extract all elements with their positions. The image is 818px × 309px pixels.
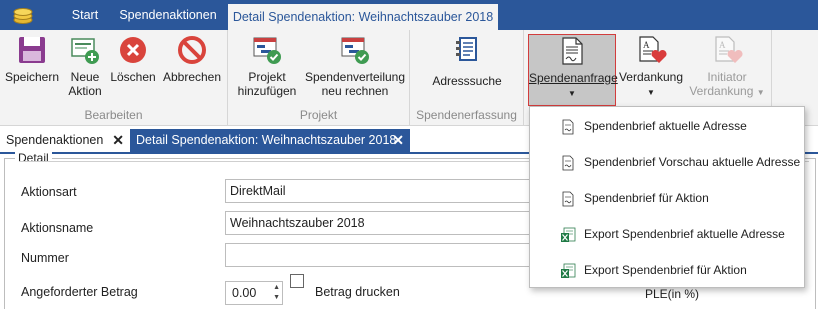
chevron-down-icon: ▼ — [756, 88, 765, 97]
delete-label: Löschen — [110, 70, 156, 84]
new-action-button[interactable]: Neue Aktion — [62, 34, 108, 98]
cancel-label: Abbrechen — [162, 70, 222, 84]
menu-item-label: Spendenbrief für Aktion — [584, 191, 709, 205]
menu-item-export-aktion[interactable]: Export Spendenbrief für Aktion — [530, 253, 804, 289]
save-button[interactable]: Speichern — [4, 34, 60, 84]
svg-text:A: A — [643, 40, 650, 50]
group-label-spendenerfassung: Spendenerfassung — [416, 108, 517, 122]
letter-heart-icon: A — [639, 36, 667, 63]
document-signature-icon — [562, 191, 574, 207]
add-project-label-1: Projekt — [248, 70, 286, 84]
recalculate-distribution-button[interactable]: Spendenverteilung neu rechnen — [304, 34, 406, 98]
add-project-button[interactable]: Projekt hinzufügen — [232, 34, 302, 98]
tab-start[interactable]: Start — [60, 0, 110, 30]
menu-item-label: Export Spendenbrief aktuelle Adresse — [584, 227, 785, 241]
stepper-arrows-icon[interactable]: ▲ ▼ — [273, 283, 280, 303]
nummer-label: Nummer — [21, 251, 69, 265]
donation-request-button[interactable]: Spendenanfrage ▼ — [528, 34, 618, 106]
group-label-bearbeiten: Bearbeiten — [84, 108, 143, 122]
ple-label: PLE(in %) — [645, 287, 700, 301]
close-icon[interactable]: ✕ — [112, 129, 124, 152]
tab-spendenaktionen[interactable]: Spendenaktionen — [112, 0, 224, 30]
doc-tab-spendenaktionen-label: Spendenaktionen — [6, 133, 104, 147]
address-search-button[interactable]: Adresssuche — [428, 34, 506, 88]
donation-request-label: Spendenanfrage — [529, 71, 618, 85]
group-bearbeiten: Speichern Neue Aktion Löschen Abbrechen … — [0, 30, 228, 126]
betrag-drucken-label: Betrag drucken — [315, 285, 400, 299]
menu-item-label: Spendenbrief aktuelle Adresse — [584, 119, 747, 133]
new-document-icon — [71, 38, 99, 64]
chevron-down-icon: ▼ — [568, 89, 576, 98]
doc-tab-spendenaktionen[interactable]: Spendenaktionen ✕ — [0, 129, 130, 152]
aktionsname-label: Aktionsname — [21, 221, 94, 235]
save-label: Speichern — [4, 70, 60, 84]
detail-legend: Detail — [15, 151, 52, 165]
initiator-thanks-button[interactable]: A Initiator Verdankung ▼ — [686, 34, 768, 100]
betrag-label: Angeforderter Betrag — [21, 285, 138, 299]
menu-item-spendenbrief-aktion[interactable]: Spendenbrief für Aktion — [530, 181, 804, 217]
doc-tab-detail[interactable]: Detail Spendenaktion: Weihnachtszauber 2… — [130, 129, 410, 152]
letter-heart-disabled-icon: A — [715, 36, 743, 63]
new-action-label-2: Aktion — [68, 84, 102, 98]
recalculate-label-1: Spendenverteilung — [304, 70, 406, 84]
cancel-icon — [178, 36, 206, 64]
add-project-label-2: hinzufügen — [237, 84, 297, 98]
ribbon-tab-bar: Start Spendenaktionen Detail Spendenakti… — [0, 0, 818, 30]
initiator-label-2-text: Verdankung — [689, 84, 754, 98]
initiator-label-2: Verdankung ▼ — [686, 84, 768, 100]
aktionsart-field[interactable]: DirektMail — [225, 179, 535, 203]
thanks-button[interactable]: A Verdankung ▼ — [618, 34, 684, 100]
menu-item-label: Export Spendenbrief für Aktion — [584, 263, 747, 277]
aktionsname-field[interactable]: Weihnachtszauber 2018 — [225, 211, 535, 235]
menu-item-export-aktuelle-adresse[interactable]: Export Spendenbrief aktuelle Adresse — [530, 217, 804, 253]
menu-item-label: Spendenbrief Vorschau aktuelle Adresse — [584, 155, 801, 169]
distribution-recalc-icon — [341, 37, 369, 64]
coins-app-icon[interactable] — [10, 6, 36, 24]
delete-icon — [120, 37, 146, 63]
delete-button[interactable]: Löschen — [108, 34, 158, 84]
group-projekt: Projekt hinzufügen Spendenverteilung neu… — [228, 30, 410, 126]
betrag-stepper[interactable]: 0.00 ▲ ▼ — [225, 281, 283, 305]
thanks-label: Verdankung — [618, 70, 684, 84]
menu-item-spendenbrief-aktuelle-adresse[interactable]: Spendenbrief aktuelle Adresse — [530, 109, 804, 145]
document-signature-icon — [562, 155, 574, 171]
betrag-drucken-checkbox[interactable] — [290, 274, 304, 288]
nummer-field[interactable] — [225, 243, 535, 267]
betrag-value: 0.00 — [232, 286, 257, 300]
doc-tab-detail-label: Detail Spendenaktion: Weihnachtszauber 2… — [136, 133, 397, 147]
donation-request-menu: Spendenbrief aktuelle Adresse Spendenbri… — [529, 106, 805, 288]
menu-item-spendenbrief-vorschau[interactable]: Spendenbrief Vorschau aktuelle Adresse — [530, 145, 804, 181]
group-label-projekt: Projekt — [299, 108, 338, 122]
excel-export-icon — [561, 227, 576, 242]
aktionsart-label: Aktionsart — [21, 185, 77, 199]
address-book-icon — [456, 37, 477, 61]
recalculate-label-2: neu rechnen — [321, 84, 389, 98]
group-spendenerfassung: Adresssuche Spendenerfassung — [410, 30, 524, 126]
close-icon[interactable]: ✕ — [392, 129, 404, 152]
document-signature-icon — [562, 37, 583, 65]
initiator-label-1: Initiator — [707, 70, 747, 84]
svg-text:A: A — [719, 40, 726, 50]
new-action-label-1: Neue — [70, 70, 100, 84]
project-add-icon — [253, 37, 281, 64]
tab-detail-spendenaktion[interactable]: Detail Spendenaktion: Weihnachtszauber 2… — [228, 4, 498, 30]
cancel-button[interactable]: Abbrechen — [160, 34, 224, 84]
save-icon — [19, 37, 45, 63]
chevron-down-icon: ▼ — [647, 88, 655, 97]
document-signature-icon — [562, 119, 574, 135]
address-search-label: Adresssuche — [432, 74, 502, 88]
excel-export-icon — [561, 263, 576, 278]
